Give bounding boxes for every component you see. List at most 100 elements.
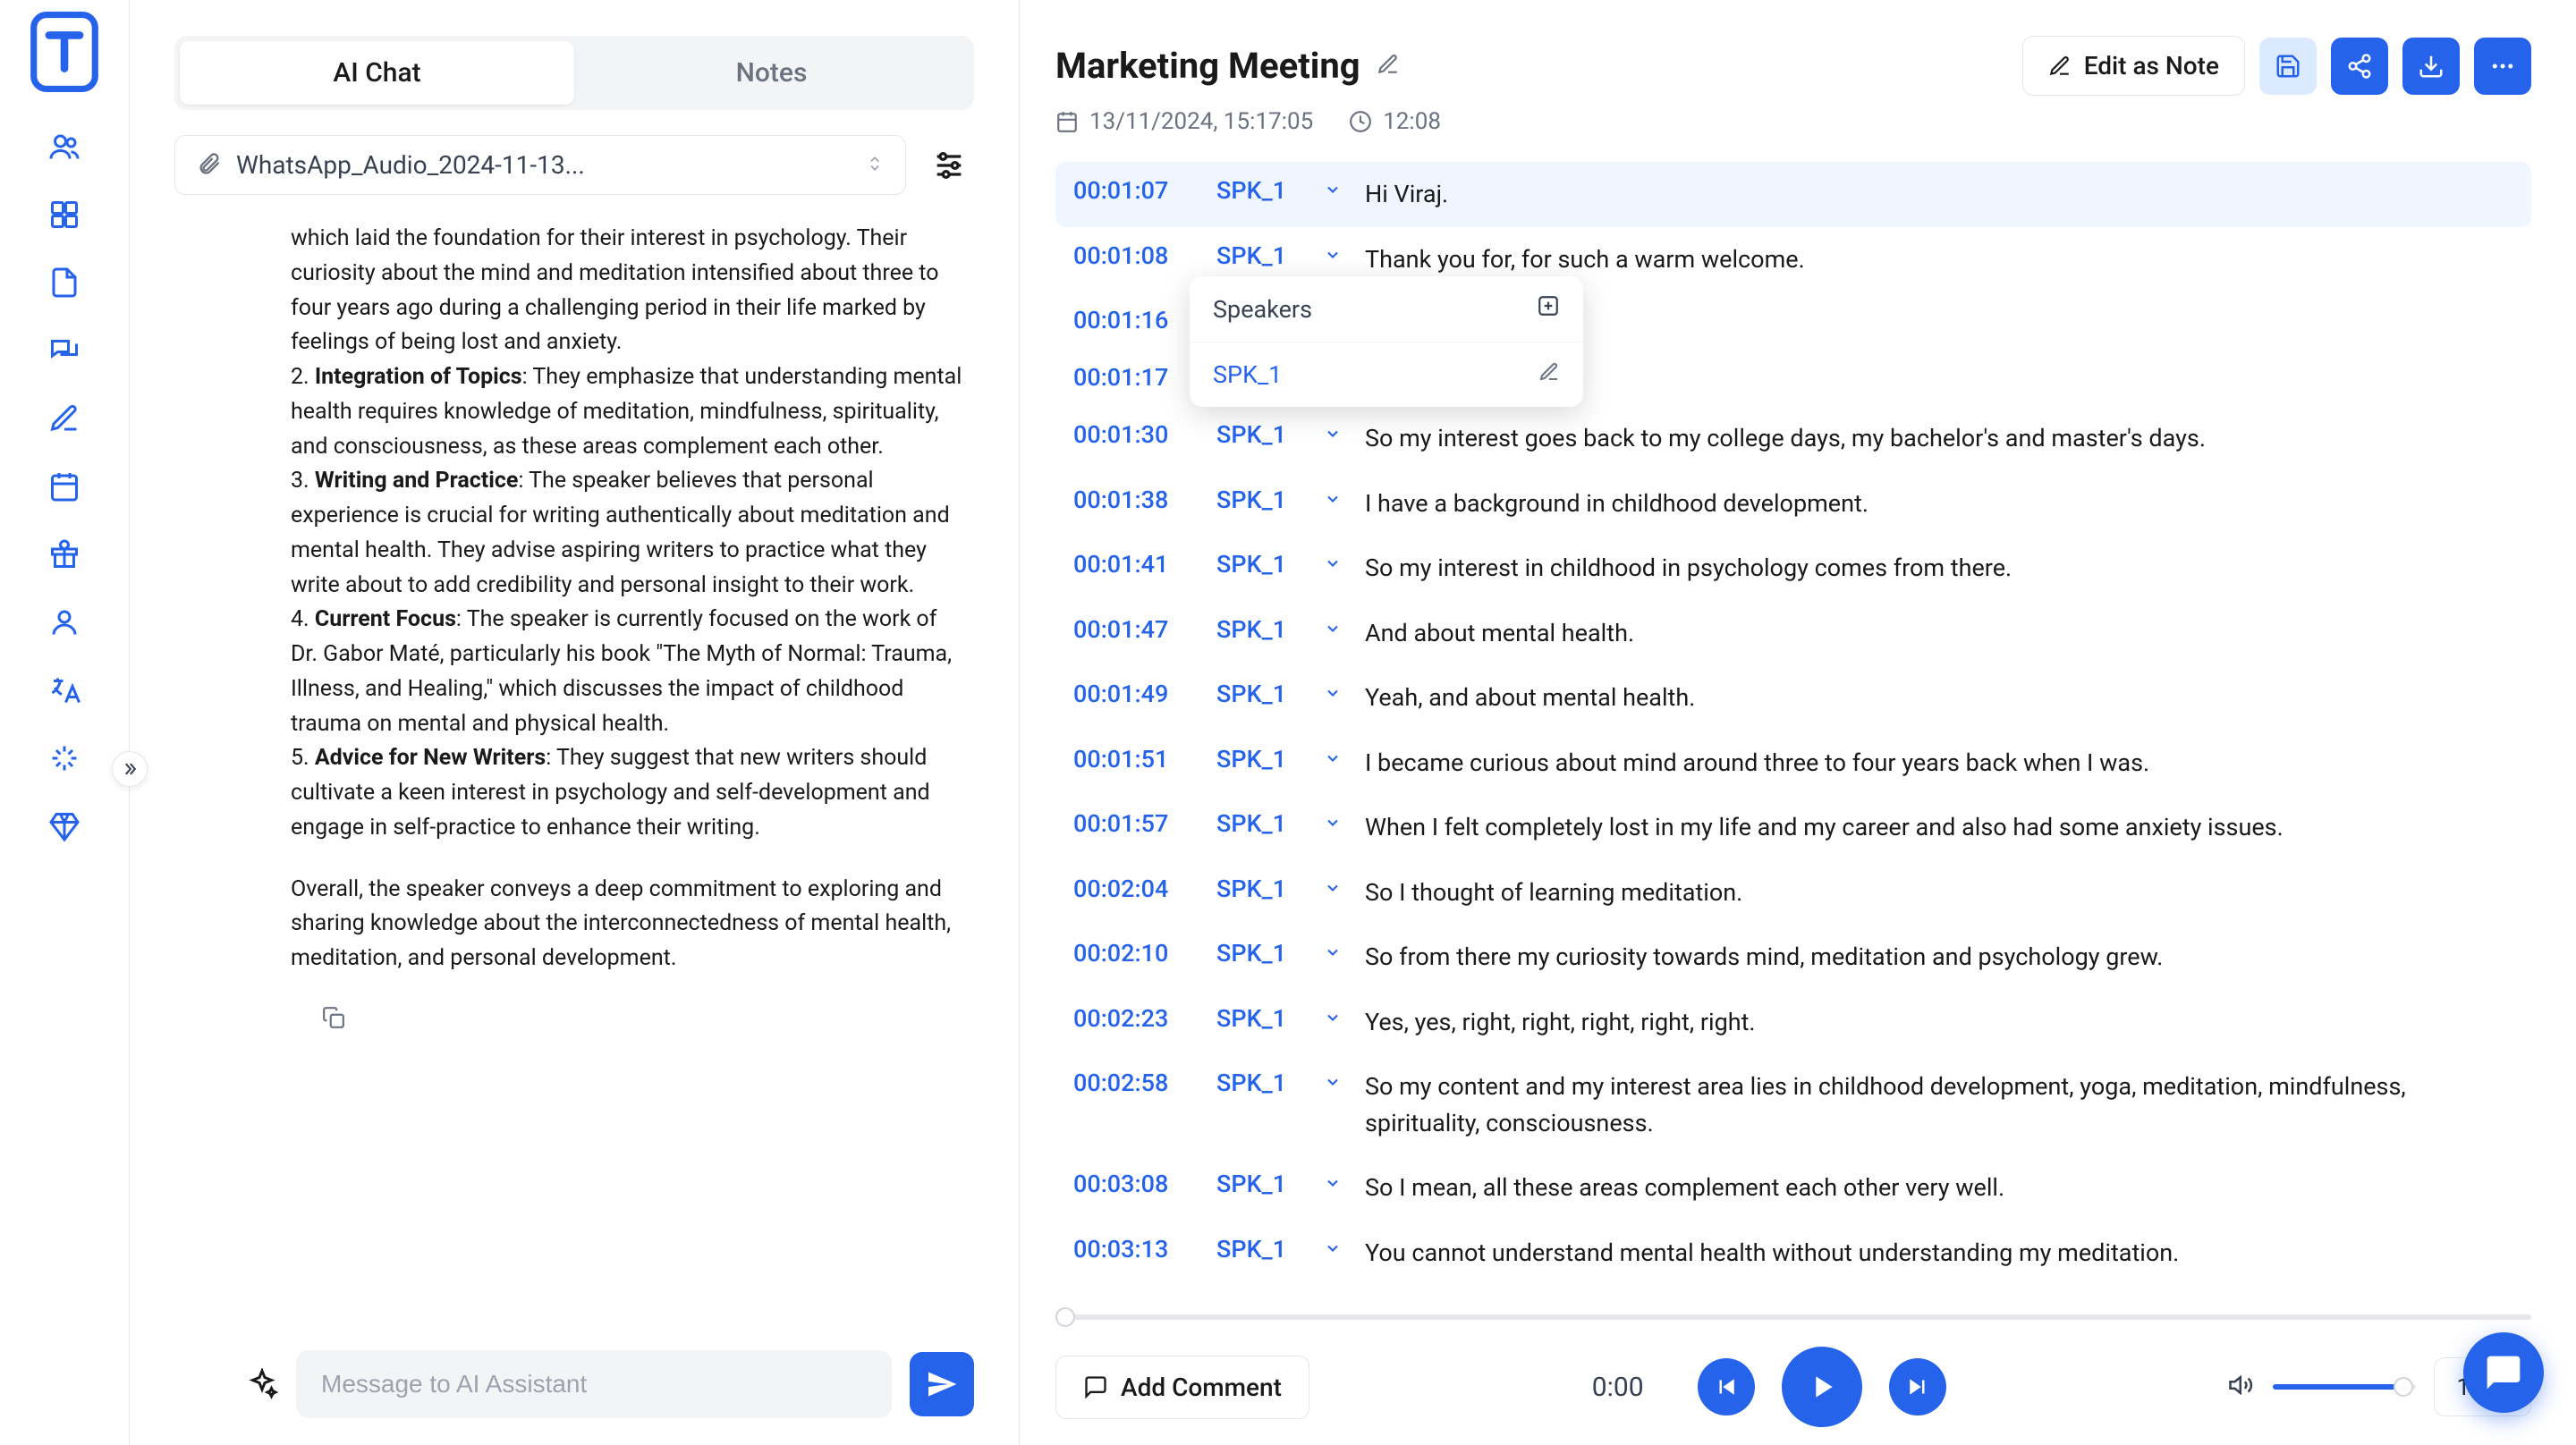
meeting-date: 13/11/2024, 15:17:05	[1055, 108, 1313, 135]
gift-icon[interactable]	[47, 537, 82, 572]
chevron-down-icon[interactable]	[1324, 745, 1347, 773]
chevron-down-icon[interactable]	[1324, 1004, 1347, 1033]
transcript-speaker: SPK_1	[1216, 745, 1306, 773]
diamond-icon[interactable]	[47, 808, 82, 844]
chevron-down-icon[interactable]	[1324, 486, 1347, 514]
file-selector[interactable]: WhatsApp_Audio_2024-11-13...	[174, 135, 906, 195]
share-icon-button[interactable]	[2331, 38, 2388, 95]
progress-thumb[interactable]	[1055, 1307, 1075, 1327]
audio-player: Add Comment 0:00 1x	[1055, 1314, 2531, 1427]
speakers-popup: Speakers SPK_1	[1190, 276, 1583, 407]
transcript-text: So I thought of learning meditation.	[1365, 875, 2513, 911]
transcript-time: 00:02:23	[1073, 1004, 1199, 1033]
transcript-speaker: SPK_1	[1216, 1170, 1306, 1198]
transcript-row[interactable]: 00:03:08 SPK_1 So I mean, all these area…	[1055, 1155, 2531, 1221]
chat-summary: Overall, the speaker conveys a deep comm…	[291, 873, 965, 976]
transcript-time: 00:01:16	[1073, 306, 1199, 334]
transcript-text: So I mean, all these areas complement ea…	[1365, 1170, 2513, 1206]
settings-sliders-icon[interactable]	[924, 140, 974, 190]
document-icon[interactable]	[47, 265, 82, 300]
edit-title-icon[interactable]	[1377, 53, 1400, 80]
transcript-speaker: SPK_1	[1216, 1004, 1306, 1033]
progress-bar[interactable]	[1055, 1314, 2531, 1320]
transcript-row[interactable]: 00:02:23 SPK_1 Yes, yes, right, right, r…	[1055, 990, 2531, 1055]
add-comment-button[interactable]: Add Comment	[1055, 1356, 1309, 1419]
transcript-row[interactable]: 00:02:04 SPK_1 So I thought of learning …	[1055, 860, 2531, 925]
chevron-down-icon[interactable]	[1324, 550, 1347, 579]
sparkle-icon[interactable]	[47, 740, 82, 776]
add-comment-label: Add Comment	[1121, 1373, 1282, 1402]
add-speaker-icon[interactable]	[1537, 294, 1560, 324]
updown-icon	[866, 155, 884, 176]
transcript-row[interactable]: 00:01:07 SPK_1 Hi Viraj.	[1055, 162, 2531, 227]
transcript-row[interactable]: 00:01:47 SPK_1 And about mental health.	[1055, 601, 2531, 666]
transcript-time: 00:01:47	[1073, 615, 1199, 644]
transcript-row[interactable]: 00:02:58 SPK_1 So my content and my inte…	[1055, 1054, 2531, 1155]
chevron-down-icon[interactable]	[1324, 809, 1347, 838]
chat-item: which laid the foundation for their inte…	[291, 222, 965, 360]
play-button[interactable]	[1782, 1347, 1862, 1427]
transcript-text: Thank you for, for such a warm welcome.	[1365, 241, 2513, 278]
chat-item: 3. Writing and Practice: The speaker bel…	[291, 464, 965, 603]
transcript-row[interactable]: 00:01:49 SPK_1 Yeah, and about mental he…	[1055, 665, 2531, 731]
transcript-text: I became curious about mind around three…	[1365, 745, 2513, 782]
app-logo[interactable]	[24, 7, 105, 97]
transcript-row[interactable]: 00:03:13 SPK_1 You cannot understand men…	[1055, 1221, 2531, 1286]
chevron-down-icon[interactable]	[1324, 875, 1347, 903]
transcript-speaker: SPK_1	[1216, 615, 1306, 644]
prev-button[interactable]	[1698, 1358, 1755, 1415]
edit-speaker-icon[interactable]	[1538, 360, 1560, 389]
volume-icon[interactable]	[2228, 1372, 2255, 1402]
chevron-down-icon[interactable]	[1324, 420, 1347, 449]
transcript-text: You cannot understand mental health with…	[1365, 1235, 2513, 1272]
dashboard-icon[interactable]	[47, 197, 82, 232]
chevron-down-icon[interactable]	[1324, 939, 1347, 968]
translate-icon[interactable]	[47, 672, 82, 708]
transcript-speaker: SPK_1	[1216, 680, 1306, 708]
chevron-down-icon[interactable]	[1324, 1170, 1347, 1198]
tab-ai-chat[interactable]: AI Chat	[180, 41, 574, 105]
chats-icon[interactable]	[47, 333, 82, 368]
transcript-row[interactable]: 00:01:41 SPK_1 So my interest in childho…	[1055, 536, 2531, 601]
help-chat-button[interactable]	[2463, 1332, 2544, 1413]
next-button[interactable]	[1889, 1358, 1946, 1415]
transcript-row[interactable]: 00:01:38 SPK_1 I have a background in ch…	[1055, 471, 2531, 537]
chevron-down-icon[interactable]	[1324, 241, 1347, 270]
edit-icon[interactable]	[47, 401, 82, 436]
people-icon[interactable]	[47, 129, 82, 165]
chat-input[interactable]	[296, 1350, 892, 1418]
transcript-time: 00:01:49	[1073, 680, 1199, 708]
transcript-speaker: SPK_1	[1216, 1069, 1306, 1097]
meeting-duration: 12:08	[1349, 108, 1441, 135]
chevron-down-icon[interactable]	[1324, 1069, 1347, 1097]
transcript-speaker: SPK_1	[1216, 550, 1306, 579]
user-icon[interactable]	[47, 604, 82, 640]
edit-as-note-button[interactable]: Edit as Note	[2022, 36, 2245, 96]
chevron-down-icon[interactable]	[1324, 615, 1347, 644]
transcript-time: 00:01:30	[1073, 420, 1199, 449]
chevron-down-icon[interactable]	[1324, 680, 1347, 708]
more-icon-button[interactable]	[2474, 38, 2531, 95]
copy-button[interactable]	[318, 1001, 350, 1034]
calendar-icon[interactable]	[47, 469, 82, 504]
transcript-speaker: SPK_1	[1216, 176, 1306, 205]
sidebar-nav	[0, 0, 130, 1445]
download-icon-button[interactable]	[2402, 38, 2460, 95]
transcript-text: So my content and my interest area lies …	[1365, 1069, 2513, 1141]
chevron-down-icon[interactable]	[1324, 176, 1347, 205]
transcript-row[interactable]: 00:01:57 SPK_1 When I felt completely lo…	[1055, 795, 2531, 860]
save-icon-button[interactable]	[2259, 38, 2317, 95]
transcript-text: Yes, yes, right, right, right, right, ri…	[1365, 1004, 2513, 1041]
volume-thumb[interactable]	[2394, 1377, 2413, 1397]
speaker-item[interactable]: SPK_1	[1213, 360, 1282, 389]
page-title: Marketing Meeting	[1055, 45, 1360, 87]
transcript-row[interactable]: 00:01:30 SPK_1 So my interest goes back …	[1055, 406, 2531, 471]
transcript-time: 00:02:10	[1073, 939, 1199, 968]
transcript-list: Speakers SPK_1 00:01:07 SPK_1 Hi Viraj. …	[1055, 162, 2531, 1297]
tab-notes[interactable]: Notes	[574, 41, 969, 105]
volume-slider[interactable]	[2273, 1384, 2416, 1390]
send-button[interactable]	[910, 1352, 974, 1416]
chevron-down-icon[interactable]	[1324, 1235, 1347, 1263]
transcript-row[interactable]: 00:01:51 SPK_1 I became curious about mi…	[1055, 731, 2531, 796]
transcript-row[interactable]: 00:02:10 SPK_1 So from there my curiosit…	[1055, 925, 2531, 990]
